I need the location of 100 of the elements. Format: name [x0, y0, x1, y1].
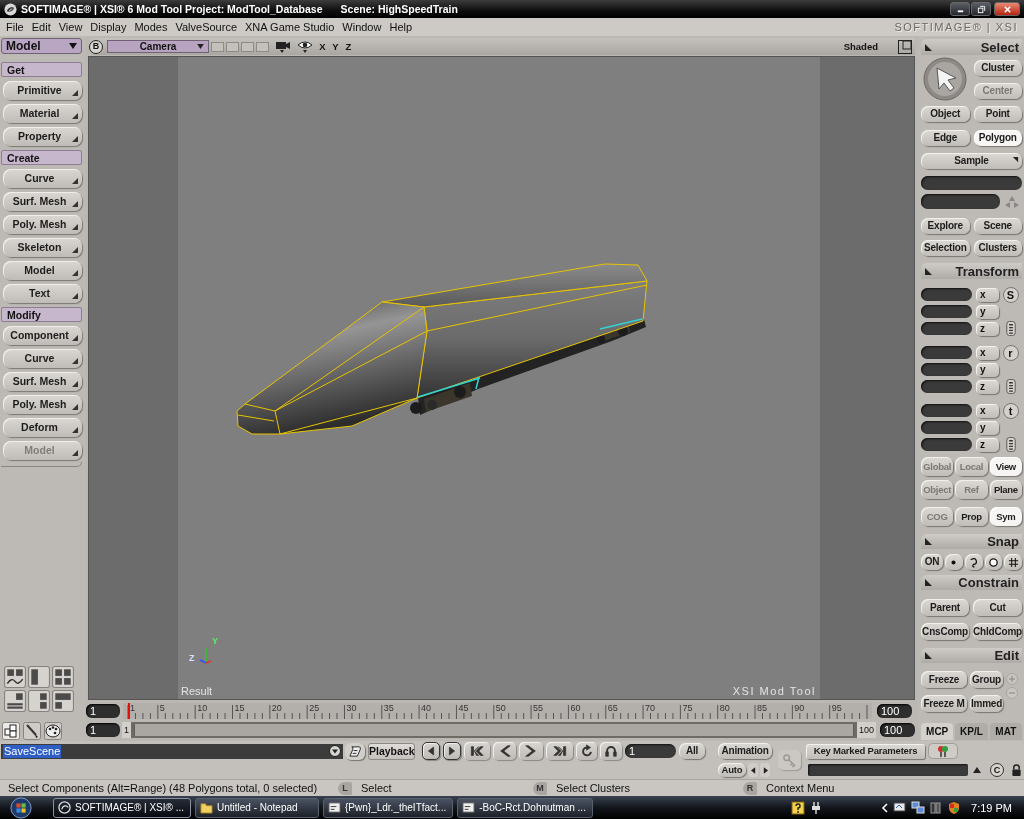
- tool-menu-button[interactable]: Surf. Mesh: [3, 192, 82, 211]
- panel-tab[interactable]: MCP: [921, 723, 954, 740]
- shield-icon[interactable]: [947, 800, 962, 815]
- section-header[interactable]: Create: [1, 150, 82, 165]
- layout-two-pane-icon[interactable]: [28, 666, 50, 688]
- axis-button[interactable]: x: [976, 403, 999, 418]
- skip-to-start-button[interactable]: [464, 742, 490, 760]
- tool-menu-button[interactable]: Poly. Mesh: [3, 395, 82, 414]
- up-triangle-icon[interactable]: [973, 767, 981, 773]
- snap-toggle-button[interactable]: [1004, 554, 1022, 570]
- axis-button[interactable]: y: [976, 362, 999, 377]
- headphones-button[interactable]: [600, 742, 622, 760]
- playhead-marker[interactable]: [128, 703, 130, 719]
- key-set-field[interactable]: [808, 764, 968, 776]
- panel-tab[interactable]: MAT: [989, 723, 1022, 740]
- menu-item[interactable]: XNA Game Studio: [241, 21, 339, 33]
- snap-toggle-button[interactable]: [964, 554, 983, 570]
- menu-item[interactable]: Modes: [130, 21, 172, 33]
- axis-toggle[interactable]: X: [319, 41, 326, 52]
- play-button[interactable]: [519, 742, 543, 760]
- section-header[interactable]: Get: [1, 62, 82, 77]
- constrain-button[interactable]: Cut: [973, 599, 1022, 616]
- start-orb-icon[interactable]: [9, 796, 33, 819]
- range-start-handle[interactable]: 1: [122, 721, 131, 738]
- start-frame-field[interactable]: 1: [86, 704, 120, 718]
- section-header[interactable]: Modify: [1, 307, 82, 322]
- mode-dropdown[interactable]: Model: [1, 38, 82, 54]
- menu-item[interactable]: File: [2, 21, 28, 33]
- filter-field[interactable]: [921, 194, 1000, 209]
- selection-name-field[interactable]: [921, 176, 1022, 190]
- menu-item[interactable]: Window: [338, 21, 386, 33]
- network-icon[interactable]: [911, 800, 926, 815]
- step-back-button[interactable]: [422, 742, 440, 760]
- all-button[interactable]: All: [679, 743, 705, 759]
- constrain-button[interactable]: ChldComp: [973, 623, 1022, 640]
- value-field[interactable]: [921, 305, 972, 318]
- tool-menu-button[interactable]: Surf. Mesh: [3, 372, 82, 391]
- panel-header[interactable]: Snap: [921, 534, 1022, 549]
- taskbar-button[interactable]: -BoC-Rct.Dohnutman ...: [457, 797, 593, 818]
- snap-on-button[interactable]: ON: [921, 554, 943, 570]
- close-button[interactable]: [994, 2, 1020, 16]
- tool-menu-button[interactable]: Poly. Mesh: [3, 215, 82, 234]
- value-field[interactable]: [921, 421, 972, 434]
- maximize-button[interactable]: [971, 2, 991, 16]
- shading-dropdown[interactable]: Shaded: [843, 41, 878, 52]
- value-field[interactable]: [921, 404, 972, 417]
- range-slider[interactable]: 1 100: [122, 721, 876, 738]
- tool-menu-button[interactable]: Primitive: [3, 81, 82, 100]
- transform-letter-button[interactable]: S: [1002, 287, 1019, 303]
- panel-header[interactable]: Edit: [921, 648, 1022, 663]
- value-field[interactable]: [921, 346, 972, 359]
- layout-grid-icon[interactable]: [52, 666, 74, 688]
- timeline-ruler[interactable]: 1 5 10 15 20 25 30 35 40 45 50 55 60 65 70 75 80 85 90 95: [123, 703, 872, 719]
- taskbar-button[interactable]: Untitled - Notepad: [195, 797, 319, 818]
- monitor-icon[interactable]: [893, 800, 908, 815]
- value-field[interactable]: [921, 438, 972, 451]
- eye-icon[interactable]: [297, 39, 313, 54]
- loop-button[interactable]: [576, 742, 597, 760]
- panel-header[interactable]: Transform: [921, 263, 1022, 279]
- constrain-button[interactable]: Parent: [921, 599, 970, 616]
- layout-wide-pane-icon[interactable]: [52, 690, 74, 712]
- reference-mode-button[interactable]: Plane: [989, 480, 1022, 499]
- snap-toggle-button[interactable]: [945, 554, 963, 570]
- taskbar-button[interactable]: {Pwn}_Ldr._theITfact...: [323, 797, 454, 818]
- auto-key-button[interactable]: Auto: [718, 763, 746, 777]
- panel-header[interactable]: Constrain: [921, 575, 1022, 590]
- panel-header[interactable]: Select: [921, 39, 1022, 55]
- command-field[interactable]: SaveScene: [1, 743, 343, 759]
- tool-menu-button[interactable]: Deform: [3, 418, 82, 437]
- current-frame-field[interactable]: 1: [625, 744, 676, 758]
- tool-menu-button[interactable]: Skeleton: [3, 238, 82, 257]
- key-marked-parameters-button[interactable]: Key Marked Parameters: [806, 743, 925, 759]
- camera-dropdown[interactable]: Camera: [107, 40, 209, 53]
- layout-curve-icon[interactable]: [4, 666, 26, 688]
- pane-letter-button[interactable]: B: [89, 39, 103, 54]
- axis-button[interactable]: z: [976, 437, 999, 452]
- reference-mode-button[interactable]: View: [989, 457, 1022, 476]
- layout-timeline-icon[interactable]: [4, 690, 26, 712]
- explorer-button[interactable]: Clusters: [973, 240, 1022, 256]
- value-field[interactable]: [921, 363, 972, 376]
- tool-menu-button[interactable]: Material: [3, 104, 82, 123]
- stack-icon[interactable]: [1005, 379, 1016, 394]
- step-forward-button[interactable]: [443, 742, 461, 760]
- chevron-left-icon[interactable]: [881, 801, 890, 814]
- end-frame-field[interactable]: 100: [877, 704, 912, 718]
- select-filter-button[interactable]: Cluster: [973, 59, 1022, 76]
- menu-item[interactable]: Display: [86, 21, 131, 33]
- minimize-button[interactable]: [950, 2, 970, 16]
- value-field[interactable]: [921, 288, 972, 301]
- tool-menu-button[interactable]: Curve: [3, 349, 82, 368]
- playback-button[interactable]: Playback: [368, 742, 415, 760]
- explorer-button[interactable]: Selection: [921, 240, 970, 256]
- tool-menu-button[interactable]: Curve: [3, 169, 82, 188]
- clear-button[interactable]: C: [990, 763, 1004, 777]
- explorer-button[interactable]: Scene: [973, 218, 1022, 234]
- edit-button[interactable]: Group: [970, 671, 1003, 688]
- axis-button[interactable]: x: [976, 345, 999, 360]
- skip-to-end-button[interactable]: [546, 742, 573, 760]
- brush-icon[interactable]: [23, 722, 41, 740]
- stack-icon[interactable]: [1005, 437, 1016, 452]
